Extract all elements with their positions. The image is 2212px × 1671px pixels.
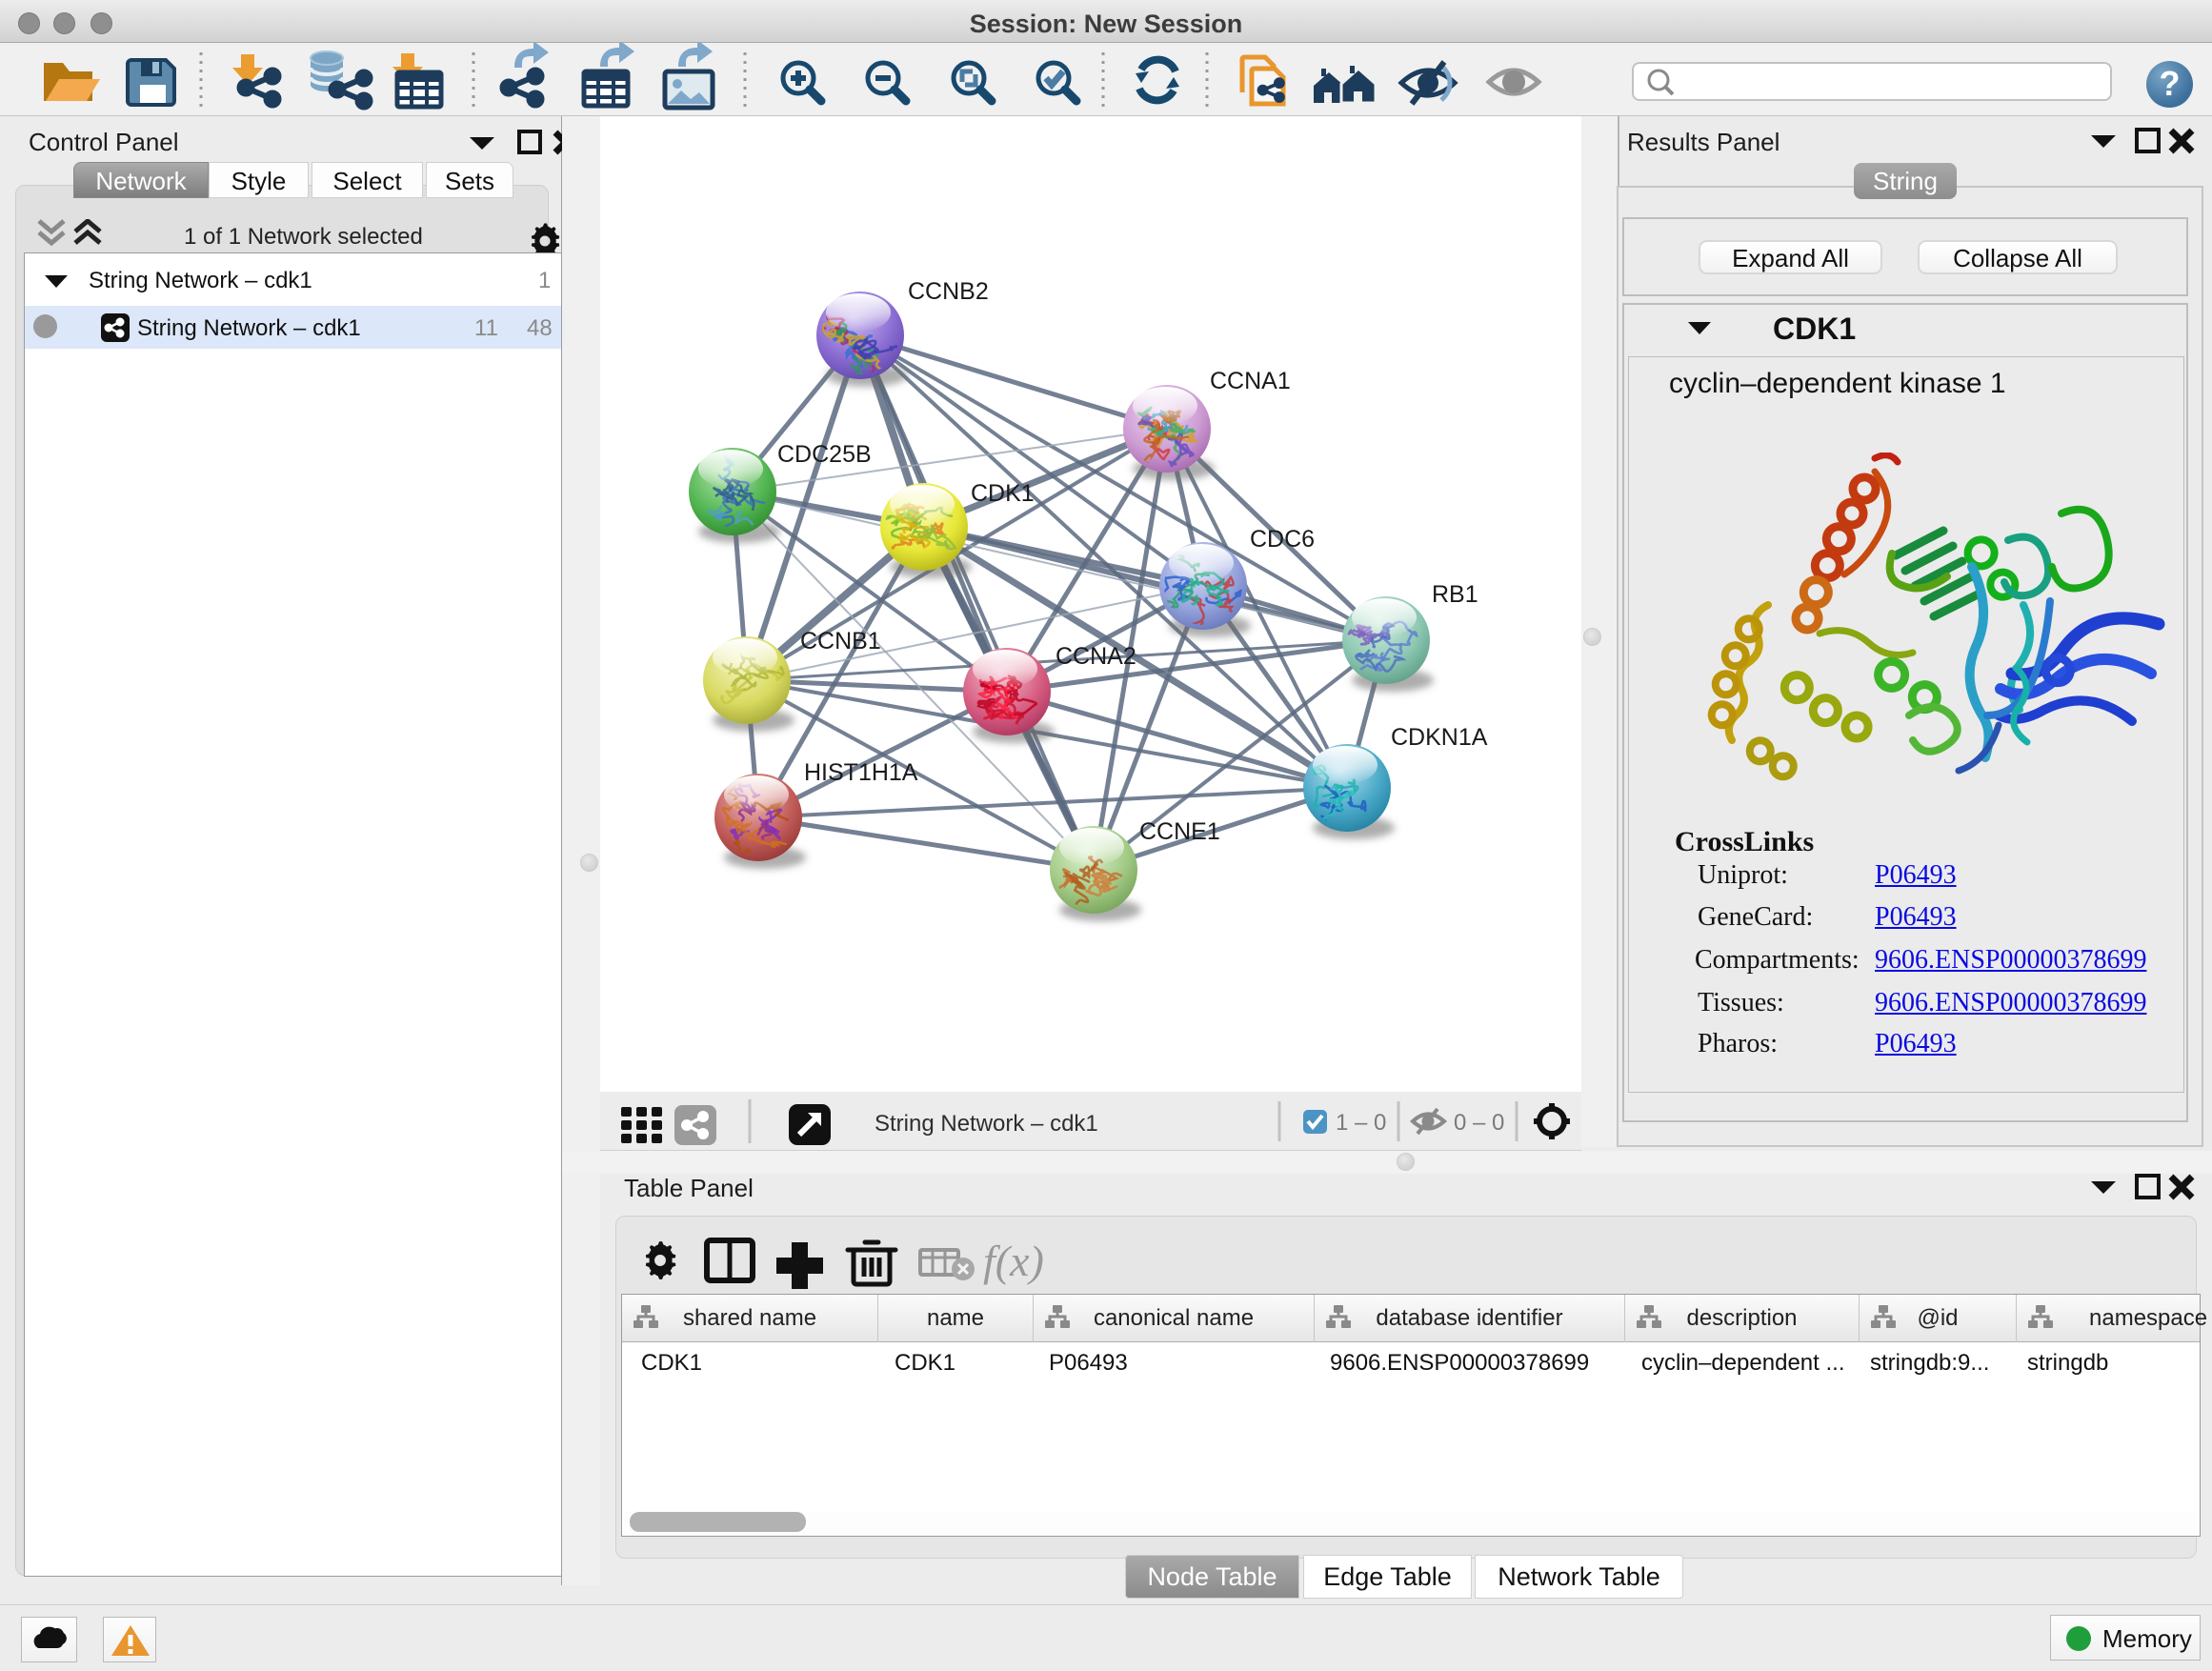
svg-text:CDKN1A: CDKN1A [1391,724,1488,751]
svg-text:CCNE1: CCNE1 [1139,818,1220,845]
svg-text:f(x): f(x) [983,1237,1044,1285]
svg-text:CDC25B: CDC25B [777,441,872,468]
svg-text:0 – 0: 0 – 0 [1454,1110,1504,1136]
svg-text:CDC6: CDC6 [1250,526,1315,553]
svg-text:CCNB1: CCNB1 [800,628,881,654]
svg-text:String Network – cdk1: String Network – cdk1 [875,1111,1098,1137]
svg-text:CCNA1: CCNA1 [1210,368,1291,394]
svg-text:CCNB2: CCNB2 [908,278,989,305]
svg-text:CDK1: CDK1 [971,480,1035,507]
svg-text:CCNA2: CCNA2 [1056,643,1136,670]
svg-text:HIST1H1A: HIST1H1A [804,759,918,786]
svg-text:1 – 0: 1 – 0 [1336,1110,1386,1136]
svg-text:RB1: RB1 [1432,581,1478,608]
